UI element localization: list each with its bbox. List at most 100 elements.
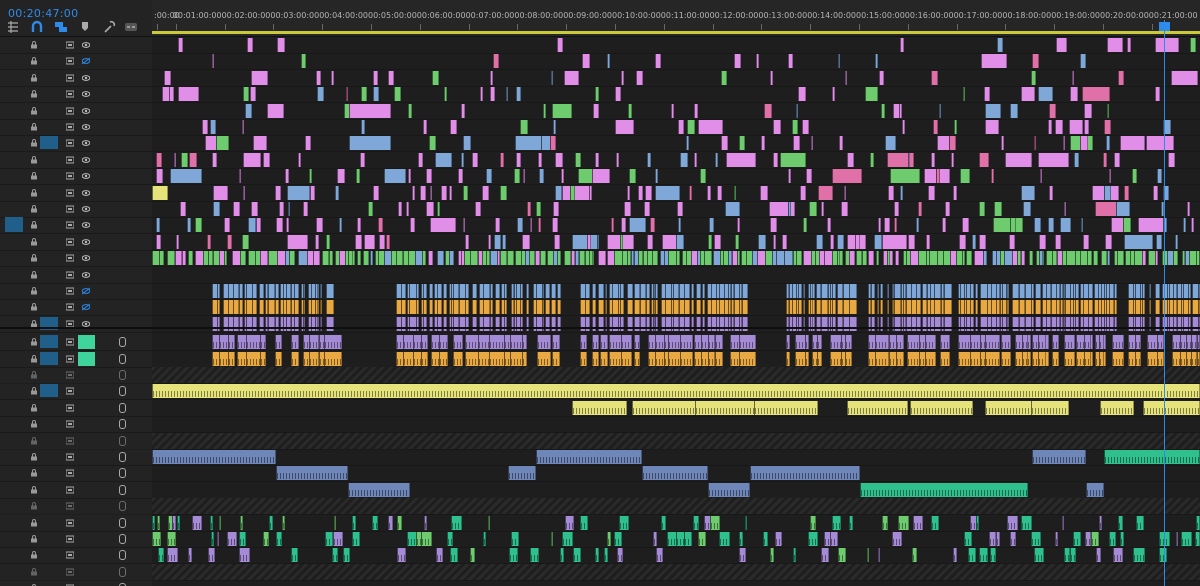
timeline-clip[interactable] <box>898 103 902 118</box>
timeline-clip[interactable] <box>884 218 890 233</box>
timeline-clip[interactable] <box>953 185 958 200</box>
timeline-clip[interactable] <box>875 351 890 366</box>
timeline-clip[interactable] <box>620 284 624 298</box>
timeline-clip[interactable] <box>907 335 920 350</box>
timeline-clip[interactable] <box>475 202 481 216</box>
timeline-clip[interactable] <box>760 185 769 200</box>
timeline-clip[interactable] <box>541 284 544 298</box>
lock-icon[interactable] <box>30 270 38 279</box>
timeline-clip[interactable] <box>1083 351 1091 366</box>
timeline-clip[interactable] <box>702 284 706 298</box>
timeline-clip[interactable] <box>516 87 522 102</box>
timeline-clip[interactable] <box>1068 120 1083 134</box>
timeline-clip[interactable] <box>345 87 348 102</box>
timeline-clip[interactable] <box>875 251 879 266</box>
timeline-clip[interactable] <box>551 103 573 118</box>
mute-button[interactable] <box>78 401 95 415</box>
timeline-clip[interactable] <box>614 120 635 134</box>
lock-icon[interactable] <box>30 155 38 164</box>
timeline-clip[interactable] <box>836 251 840 266</box>
lock-icon[interactable] <box>30 502 38 510</box>
timeline-clip[interactable] <box>1142 300 1145 315</box>
timeline-clip[interactable] <box>176 234 180 249</box>
timeline-clip[interactable] <box>522 335 527 350</box>
timeline-clip[interactable] <box>226 532 237 546</box>
eye-hidden-icon[interactable] <box>82 57 90 65</box>
timeline-clip[interactable] <box>738 136 746 151</box>
timeline-clip[interactable] <box>694 400 759 415</box>
timeline-clip[interactable] <box>616 152 619 167</box>
timeline-clip[interactable] <box>830 234 835 249</box>
timeline-clip[interactable] <box>830 532 839 546</box>
timeline-clip[interactable] <box>621 70 624 85</box>
timeline-clip[interactable] <box>886 300 890 315</box>
timeline-clip[interactable] <box>1047 218 1054 233</box>
timeline-clip[interactable] <box>336 169 345 184</box>
sync-lock-icon[interactable] <box>66 123 74 131</box>
timeline-clip[interactable] <box>238 532 247 546</box>
timeline-clip[interactable] <box>979 234 987 249</box>
timeline-clip[interactable] <box>649 218 655 233</box>
mute-button[interactable] <box>78 335 95 350</box>
timeline-clip[interactable] <box>715 152 719 167</box>
timeline-clip[interactable] <box>286 185 311 200</box>
lock-icon[interactable] <box>30 518 38 527</box>
timeline-clip[interactable] <box>950 152 954 167</box>
timeline-clip[interactable] <box>276 532 282 546</box>
timeline-clip[interactable] <box>1021 351 1029 366</box>
eye-icon[interactable] <box>82 271 90 279</box>
timeline-clip[interactable] <box>604 300 608 315</box>
timeline-clip[interactable] <box>840 202 848 216</box>
timeline-clip[interactable] <box>604 548 609 563</box>
timeline-clip[interactable] <box>490 70 493 85</box>
timeline-clip[interactable] <box>1171 70 1198 85</box>
timeline-clip[interactable] <box>849 300 858 315</box>
timeline-clip[interactable] <box>871 300 876 315</box>
sync-lock-icon[interactable] <box>66 453 74 461</box>
timeline-clip[interactable] <box>157 515 160 530</box>
eye-hidden-icon[interactable] <box>82 287 90 295</box>
timeline-clip[interactable] <box>259 251 269 266</box>
timeline-clip[interactable] <box>772 152 779 167</box>
timeline-clip[interactable] <box>1196 335 1200 350</box>
timeline-clip[interactable] <box>287 202 291 216</box>
timeline-clip[interactable] <box>1079 136 1088 151</box>
timeline-clip[interactable] <box>724 202 741 216</box>
timeline-clip[interactable] <box>1103 185 1111 200</box>
timeline-clip[interactable] <box>874 54 878 69</box>
timeline-clip[interactable] <box>702 300 706 315</box>
timeline-clip[interactable] <box>810 300 814 315</box>
timeline-clip[interactable] <box>494 284 500 298</box>
timeline-clip[interactable] <box>1018 300 1025 315</box>
timeline-clip[interactable] <box>717 185 722 200</box>
timeline-clip[interactable] <box>485 169 493 184</box>
timeline-clip[interactable] <box>783 251 793 266</box>
timeline-clip[interactable] <box>232 202 240 216</box>
video-track-header[interactable] <box>0 168 152 186</box>
timeline-clip[interactable] <box>450 120 457 134</box>
lock-icon[interactable] <box>30 436 38 445</box>
timeline-clip[interactable] <box>591 284 596 298</box>
timeline-clip[interactable] <box>1033 136 1036 151</box>
timeline-clip[interactable] <box>426 202 435 216</box>
video-track-header[interactable] <box>0 119 152 136</box>
timeline-clip[interactable] <box>194 218 202 233</box>
timeline-clip[interactable] <box>180 202 186 216</box>
timeline-clip[interactable] <box>1028 251 1034 266</box>
timeline-clip[interactable] <box>1132 548 1145 563</box>
microphone-icon[interactable] <box>119 484 126 495</box>
microphone-icon[interactable] <box>119 353 126 364</box>
timeline-clip[interactable] <box>489 300 494 315</box>
timeline-clip[interactable] <box>240 515 244 530</box>
timeline-clip[interactable] <box>868 284 871 298</box>
timeline-clip[interactable] <box>1020 515 1032 530</box>
timeline-clip[interactable] <box>741 284 748 298</box>
timeline-clip[interactable] <box>788 169 792 184</box>
timeline-clip[interactable] <box>429 284 434 298</box>
timeline-clip[interactable] <box>886 284 890 298</box>
mute-button[interactable] <box>78 368 95 382</box>
timeline-clip[interactable] <box>907 152 911 167</box>
timeline-clip[interactable] <box>282 515 286 530</box>
timeline-clip[interactable] <box>464 234 469 249</box>
timeline-clip[interactable] <box>655 300 658 315</box>
